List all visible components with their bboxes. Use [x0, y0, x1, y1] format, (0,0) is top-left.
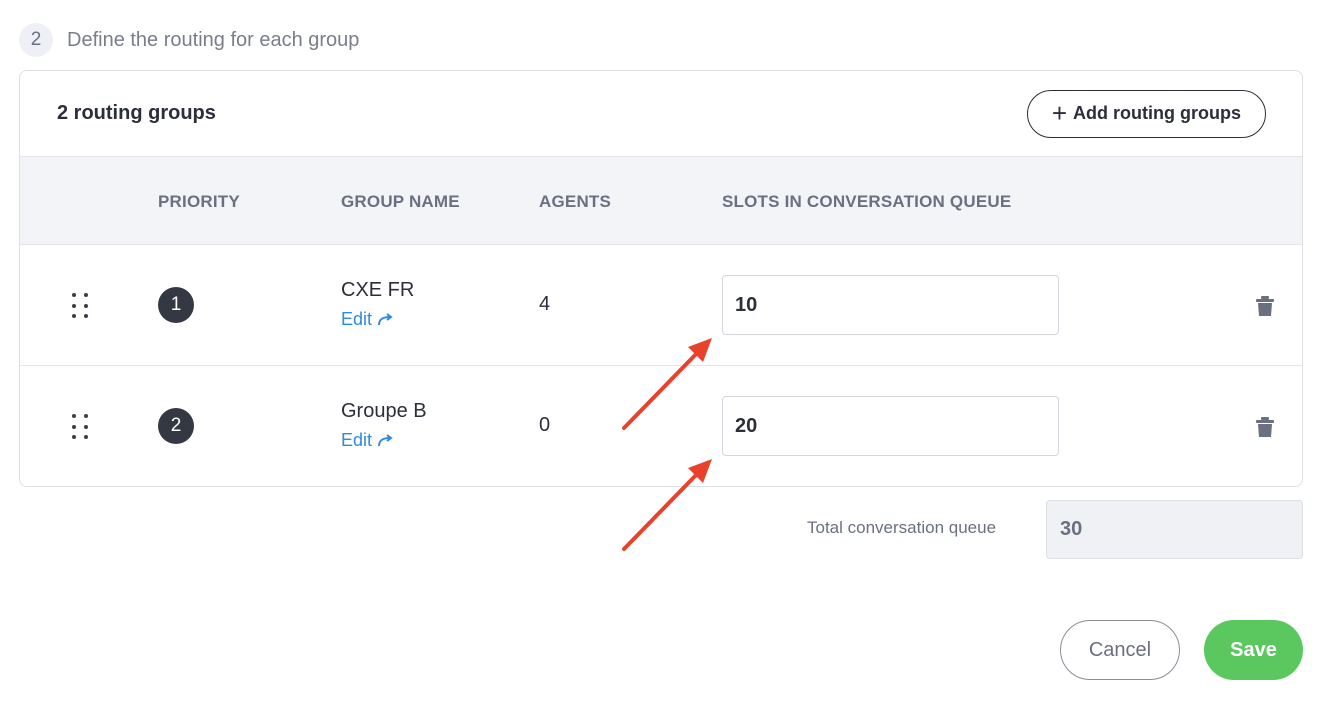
step-number: 2	[19, 23, 53, 57]
routing-groups-card: 2 routing groups + Add routing groups PR…	[19, 70, 1303, 487]
edit-group-link[interactable]: Edit	[341, 309, 395, 330]
total-conversation-queue-label: Total conversation queue	[807, 518, 997, 537]
priority-badge: 1	[158, 287, 194, 323]
agent-count: 4	[539, 293, 551, 315]
table-header: PRIORITY GROUP NAME AGENTS SLOTS IN CONV…	[20, 156, 1302, 245]
trash-icon[interactable]	[1256, 296, 1274, 316]
step-header: 2 Define the routing for each group	[19, 23, 359, 57]
drag-handle-icon[interactable]	[72, 293, 88, 319]
agent-count: 0	[539, 414, 551, 436]
edit-label: Edit	[341, 430, 373, 450]
drag-handle-icon[interactable]	[72, 414, 88, 440]
redirect-arrow-icon	[378, 312, 393, 325]
slots-header: SLOTS IN CONVERSATION QUEUE	[722, 191, 1012, 211]
routing-groups-count: 2 routing groups	[57, 102, 216, 124]
step-title: Define the routing for each group	[67, 28, 360, 51]
add-routing-groups-label: Add routing groups	[1073, 103, 1241, 123]
total-conversation-queue-value: 30	[1046, 500, 1303, 559]
cancel-button[interactable]: Cancel	[1060, 620, 1180, 680]
add-routing-groups-button[interactable]: + Add routing groups	[1026, 89, 1266, 138]
agents-header: AGENTS	[539, 191, 612, 211]
edit-group-link[interactable]: Edit	[341, 430, 395, 451]
trash-icon[interactable]	[1256, 417, 1274, 437]
edit-label: Edit	[341, 309, 373, 329]
plus-icon: +	[1051, 97, 1068, 128]
card-header: 2 routing groups + Add routing groups	[20, 71, 1302, 156]
group-name-header: GROUP NAME	[341, 191, 460, 211]
slots-input[interactable]	[722, 396, 1059, 456]
group-name: Groupe B	[341, 400, 427, 422]
group-name: CXE FR	[341, 279, 415, 301]
priority-badge: 2	[158, 408, 194, 444]
save-button[interactable]: Save	[1204, 620, 1303, 680]
redirect-arrow-icon	[378, 433, 393, 446]
priority-header: PRIORITY	[158, 191, 240, 211]
table-row: 1 CXE FR Edit 4	[20, 245, 1302, 366]
routing-page: 2 Define the routing for each group 2 ro…	[0, 0, 1326, 704]
slots-input[interactable]	[722, 275, 1059, 335]
table-row: 2 Groupe B Edit 0	[20, 366, 1302, 486]
